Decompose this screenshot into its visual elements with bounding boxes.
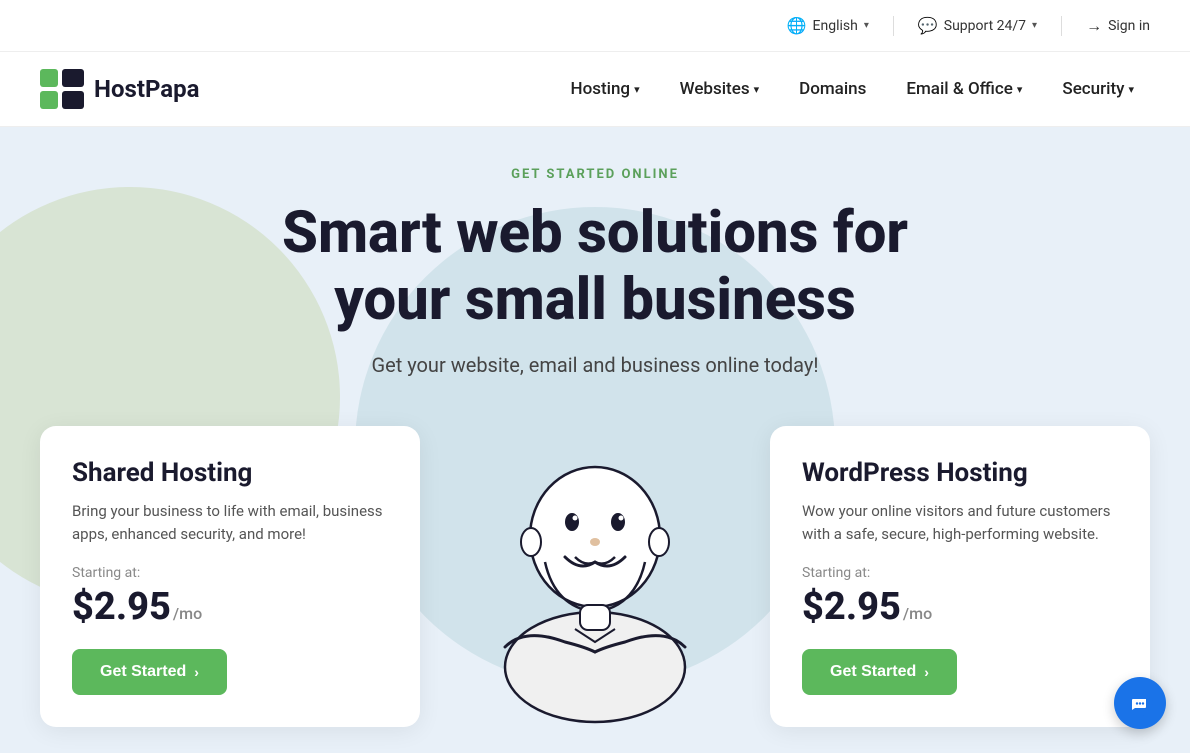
signin-link[interactable]: → Sign in [1086,16,1150,36]
shared-hosting-price: $2.95 /mo [72,585,388,629]
support-label: Support 24/7 [944,18,1026,34]
hero-label: GET STARTED ONLINE [40,167,1150,182]
divider [1061,16,1062,36]
shared-hosting-cta[interactable]: Get Started › [72,649,227,695]
top-bar: 🌐 English ▾ 💬 Support 24/7 ▾ → Sign in [0,0,1190,52]
chevron-down-icon: ▾ [754,83,760,96]
wordpress-hosting-starting: Starting at: [802,565,1118,581]
nav-websites-label: Websites [680,79,750,99]
cards-row: Shared Hosting Bring your business to li… [40,407,1150,727]
arrow-icon: › [194,664,199,680]
mascot-illustration [475,407,715,727]
shared-hosting-card: Shared Hosting Bring your business to li… [40,426,420,727]
wordpress-hosting-price-value: $2.95 [802,585,901,629]
nav-item-websites[interactable]: Websites ▾ [664,71,776,107]
shared-hosting-title: Shared Hosting [72,458,388,488]
divider [893,16,894,36]
shared-hosting-starting: Starting at: [72,565,388,581]
shared-hosting-cta-label: Get Started [100,663,186,681]
wordpress-hosting-price: $2.95 /mo [802,585,1118,629]
hero-title: Smart web solutions for your small busin… [245,200,945,333]
chat-bubble[interactable] [1114,677,1166,729]
mascot-area [445,407,745,727]
wordpress-hosting-cta[interactable]: Get Started › [802,649,957,695]
hero-subtitle: Get your website, email and business onl… [40,353,1150,377]
nav-item-hosting[interactable]: Hosting ▾ [555,71,656,107]
signin-icon: → [1086,16,1102,36]
chat-icon [1127,690,1153,716]
support-link[interactable]: 💬 Support 24/7 ▾ [918,16,1037,35]
logo-icon [40,69,84,109]
logo-link[interactable]: HostPapa [40,69,199,109]
nav-security-label: Security [1062,79,1124,99]
wordpress-hosting-card: WordPress Hosting Wow your online visito… [770,426,1150,727]
support-icon: 💬 [918,16,938,35]
globe-icon: 🌐 [787,16,807,35]
nav-email-office-label: Email & Office [906,79,1013,99]
chevron-down-icon: ▾ [634,83,640,96]
nav-domains-label: Domains [799,79,866,99]
nav-item-domains[interactable]: Domains [783,71,882,107]
nav-hosting-label: Hosting [571,79,631,99]
hero-section: GET STARTED ONLINE Smart web solutions f… [0,127,1190,753]
language-label: English [813,18,858,34]
language-selector[interactable]: 🌐 English ▾ [787,16,869,35]
wordpress-hosting-desc: Wow your online visitors and future cust… [802,500,1118,545]
shared-hosting-price-mo: /mo [173,604,202,623]
wordpress-hosting-price-mo: /mo [903,604,932,623]
arrow-icon: › [924,664,929,680]
shared-hosting-desc: Bring your business to life with email, … [72,500,388,545]
shared-hosting-price-value: $2.95 [72,585,171,629]
chevron-down-icon: ▾ [1032,20,1037,31]
logo-text: HostPapa [94,75,199,103]
chevron-down-icon: ▾ [1128,83,1134,96]
nav-item-security[interactable]: Security ▾ [1046,71,1150,107]
main-nav: HostPapa Hosting ▾ Websites ▾ Domains Em… [0,52,1190,127]
chevron-down-icon: ▾ [1017,83,1023,96]
wordpress-hosting-cta-label: Get Started [830,663,916,681]
nav-links: Hosting ▾ Websites ▾ Domains Email & Off… [555,71,1150,107]
nav-item-email-office[interactable]: Email & Office ▾ [890,71,1038,107]
signin-label: Sign in [1108,18,1150,34]
chevron-down-icon: ▾ [864,20,869,31]
wordpress-hosting-title: WordPress Hosting [802,458,1118,488]
